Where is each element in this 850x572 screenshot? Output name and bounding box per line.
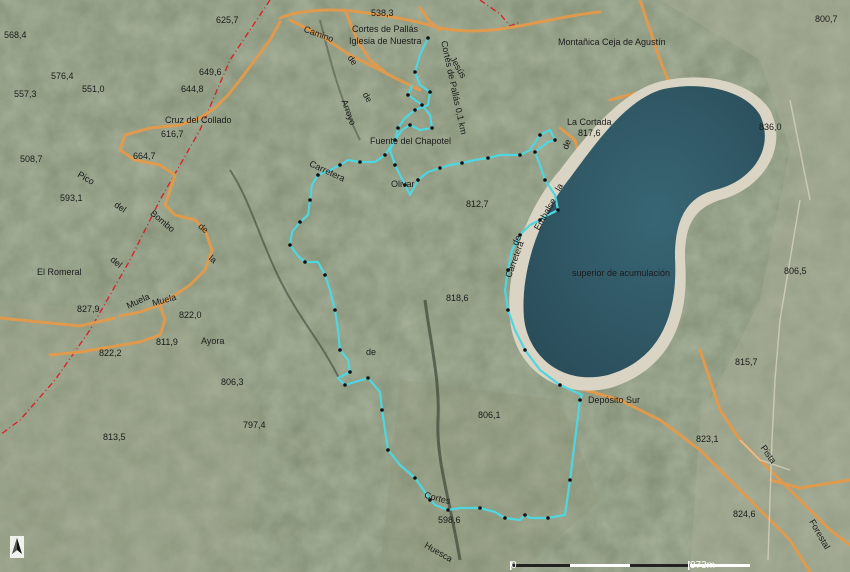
route-vertex: [523, 348, 527, 352]
spot-height: 815,7: [735, 357, 758, 367]
route-vertex: [298, 220, 302, 224]
north-arrow-icon: [10, 536, 24, 558]
route-vertex: [426, 36, 430, 40]
place-label: Depósito Sur: [588, 395, 641, 405]
route-vertex: [533, 150, 537, 154]
route-vertex: [428, 90, 432, 94]
route-vertex: [506, 308, 510, 312]
spot-height: 818,6: [446, 293, 469, 303]
spot-height: 616,7: [161, 129, 184, 139]
spot-height: 598,6: [438, 515, 461, 525]
route-vertex: [383, 153, 387, 157]
route-vertex: [543, 178, 547, 182]
place-label: Montañica Ceja de Agustín: [558, 37, 666, 47]
place-label: La Cortada: [567, 117, 612, 127]
spot-height: 806,1: [478, 410, 501, 420]
route-vertex: [578, 398, 582, 402]
route-vertex: [478, 506, 482, 510]
place-label: Iglesia de Nuestra: [349, 36, 422, 46]
place-label: Cortes de Pallás: [352, 24, 419, 34]
route-vertex: [518, 153, 522, 157]
route-vertex: [546, 516, 550, 520]
place-label: Cruz del Collado: [165, 115, 232, 125]
spot-height: 551,0: [82, 84, 105, 94]
route-vertex: [386, 448, 390, 452]
spot-height: 538,3: [371, 8, 394, 18]
spot-height: 649,6: [199, 67, 222, 77]
route-vertex: [406, 93, 410, 97]
spot-height: 824,6: [733, 509, 756, 519]
spot-height: 625,7: [216, 15, 239, 25]
spot-height: 797,4: [243, 420, 266, 430]
spot-height: 822,0: [179, 310, 202, 320]
route-vertex: [460, 161, 464, 165]
route-vertex: [430, 126, 434, 130]
spot-height: 644,8: [181, 84, 204, 94]
map-view[interactable]: 0 873m 568,4 625,7 538,3 800,7 576,4 649…: [0, 0, 850, 572]
route-vertex: [396, 126, 400, 130]
place-label: Fuente del Chapotel: [370, 136, 452, 146]
route-vertex: [503, 516, 507, 520]
spot-height: 827,9: [77, 304, 100, 314]
map-canvas[interactable]: [0, 0, 850, 572]
spot-height: 800,7: [815, 14, 838, 24]
route-vertex: [380, 408, 384, 412]
scale-start-label: 0: [511, 560, 517, 571]
scale-end-label: 873m: [690, 560, 716, 571]
route-vertex: [366, 376, 370, 380]
place-label: superior de acumulación: [572, 268, 671, 278]
route-vertex: [343, 383, 347, 387]
route-vertex: [438, 166, 442, 170]
route-vertex: [303, 260, 307, 264]
route-vertex: [408, 123, 412, 127]
spot-height: 822,2: [99, 348, 122, 358]
spot-height: 664,7: [133, 151, 156, 161]
route-vertex: [358, 160, 362, 164]
route-vertex: [348, 370, 352, 374]
place-label: Ayora: [201, 336, 225, 346]
route-vertex: [323, 273, 327, 277]
route-vertex: [446, 508, 450, 512]
route-vertex: [316, 173, 320, 177]
spot-height: 568,4: [4, 30, 27, 40]
route-vertex: [416, 178, 420, 182]
route-vertex: [338, 348, 342, 352]
spot-height: 812,7: [466, 199, 489, 209]
route-vertex: [333, 308, 337, 312]
route-vertex: [338, 163, 342, 167]
route-vertex: [413, 108, 417, 112]
place-label: Olivar: [391, 179, 415, 189]
spot-height: 817,6: [578, 128, 601, 138]
spot-height: 811,9: [156, 337, 178, 347]
route-vertex: [558, 383, 562, 387]
spot-height: 557,3: [14, 89, 37, 99]
route-vertex: [288, 243, 292, 247]
spot-height: 823,1: [696, 434, 719, 444]
route-vertex: [486, 156, 490, 160]
spot-height: 508,7: [20, 154, 43, 164]
spot-height: 806,5: [784, 266, 807, 276]
route-vertex: [413, 70, 417, 74]
route-vertex: [556, 208, 560, 212]
route-vertex: [568, 478, 572, 482]
spot-height: 813,5: [103, 432, 126, 442]
place-label: El Romeral: [37, 267, 82, 277]
spot-height: 576,4: [51, 71, 74, 81]
route-vertex: [413, 476, 417, 480]
route-vertex: [538, 133, 542, 137]
spot-height: 806,3: [221, 377, 244, 387]
route-vertex: [420, 103, 424, 107]
spot-height: 593,1: [60, 193, 83, 203]
spot-height: 836,0: [759, 122, 782, 132]
road-label: de: [366, 347, 377, 357]
route-vertex: [308, 198, 312, 202]
route-vertex: [553, 138, 557, 142]
route-vertex: [393, 163, 397, 167]
route-vertex: [523, 513, 527, 517]
